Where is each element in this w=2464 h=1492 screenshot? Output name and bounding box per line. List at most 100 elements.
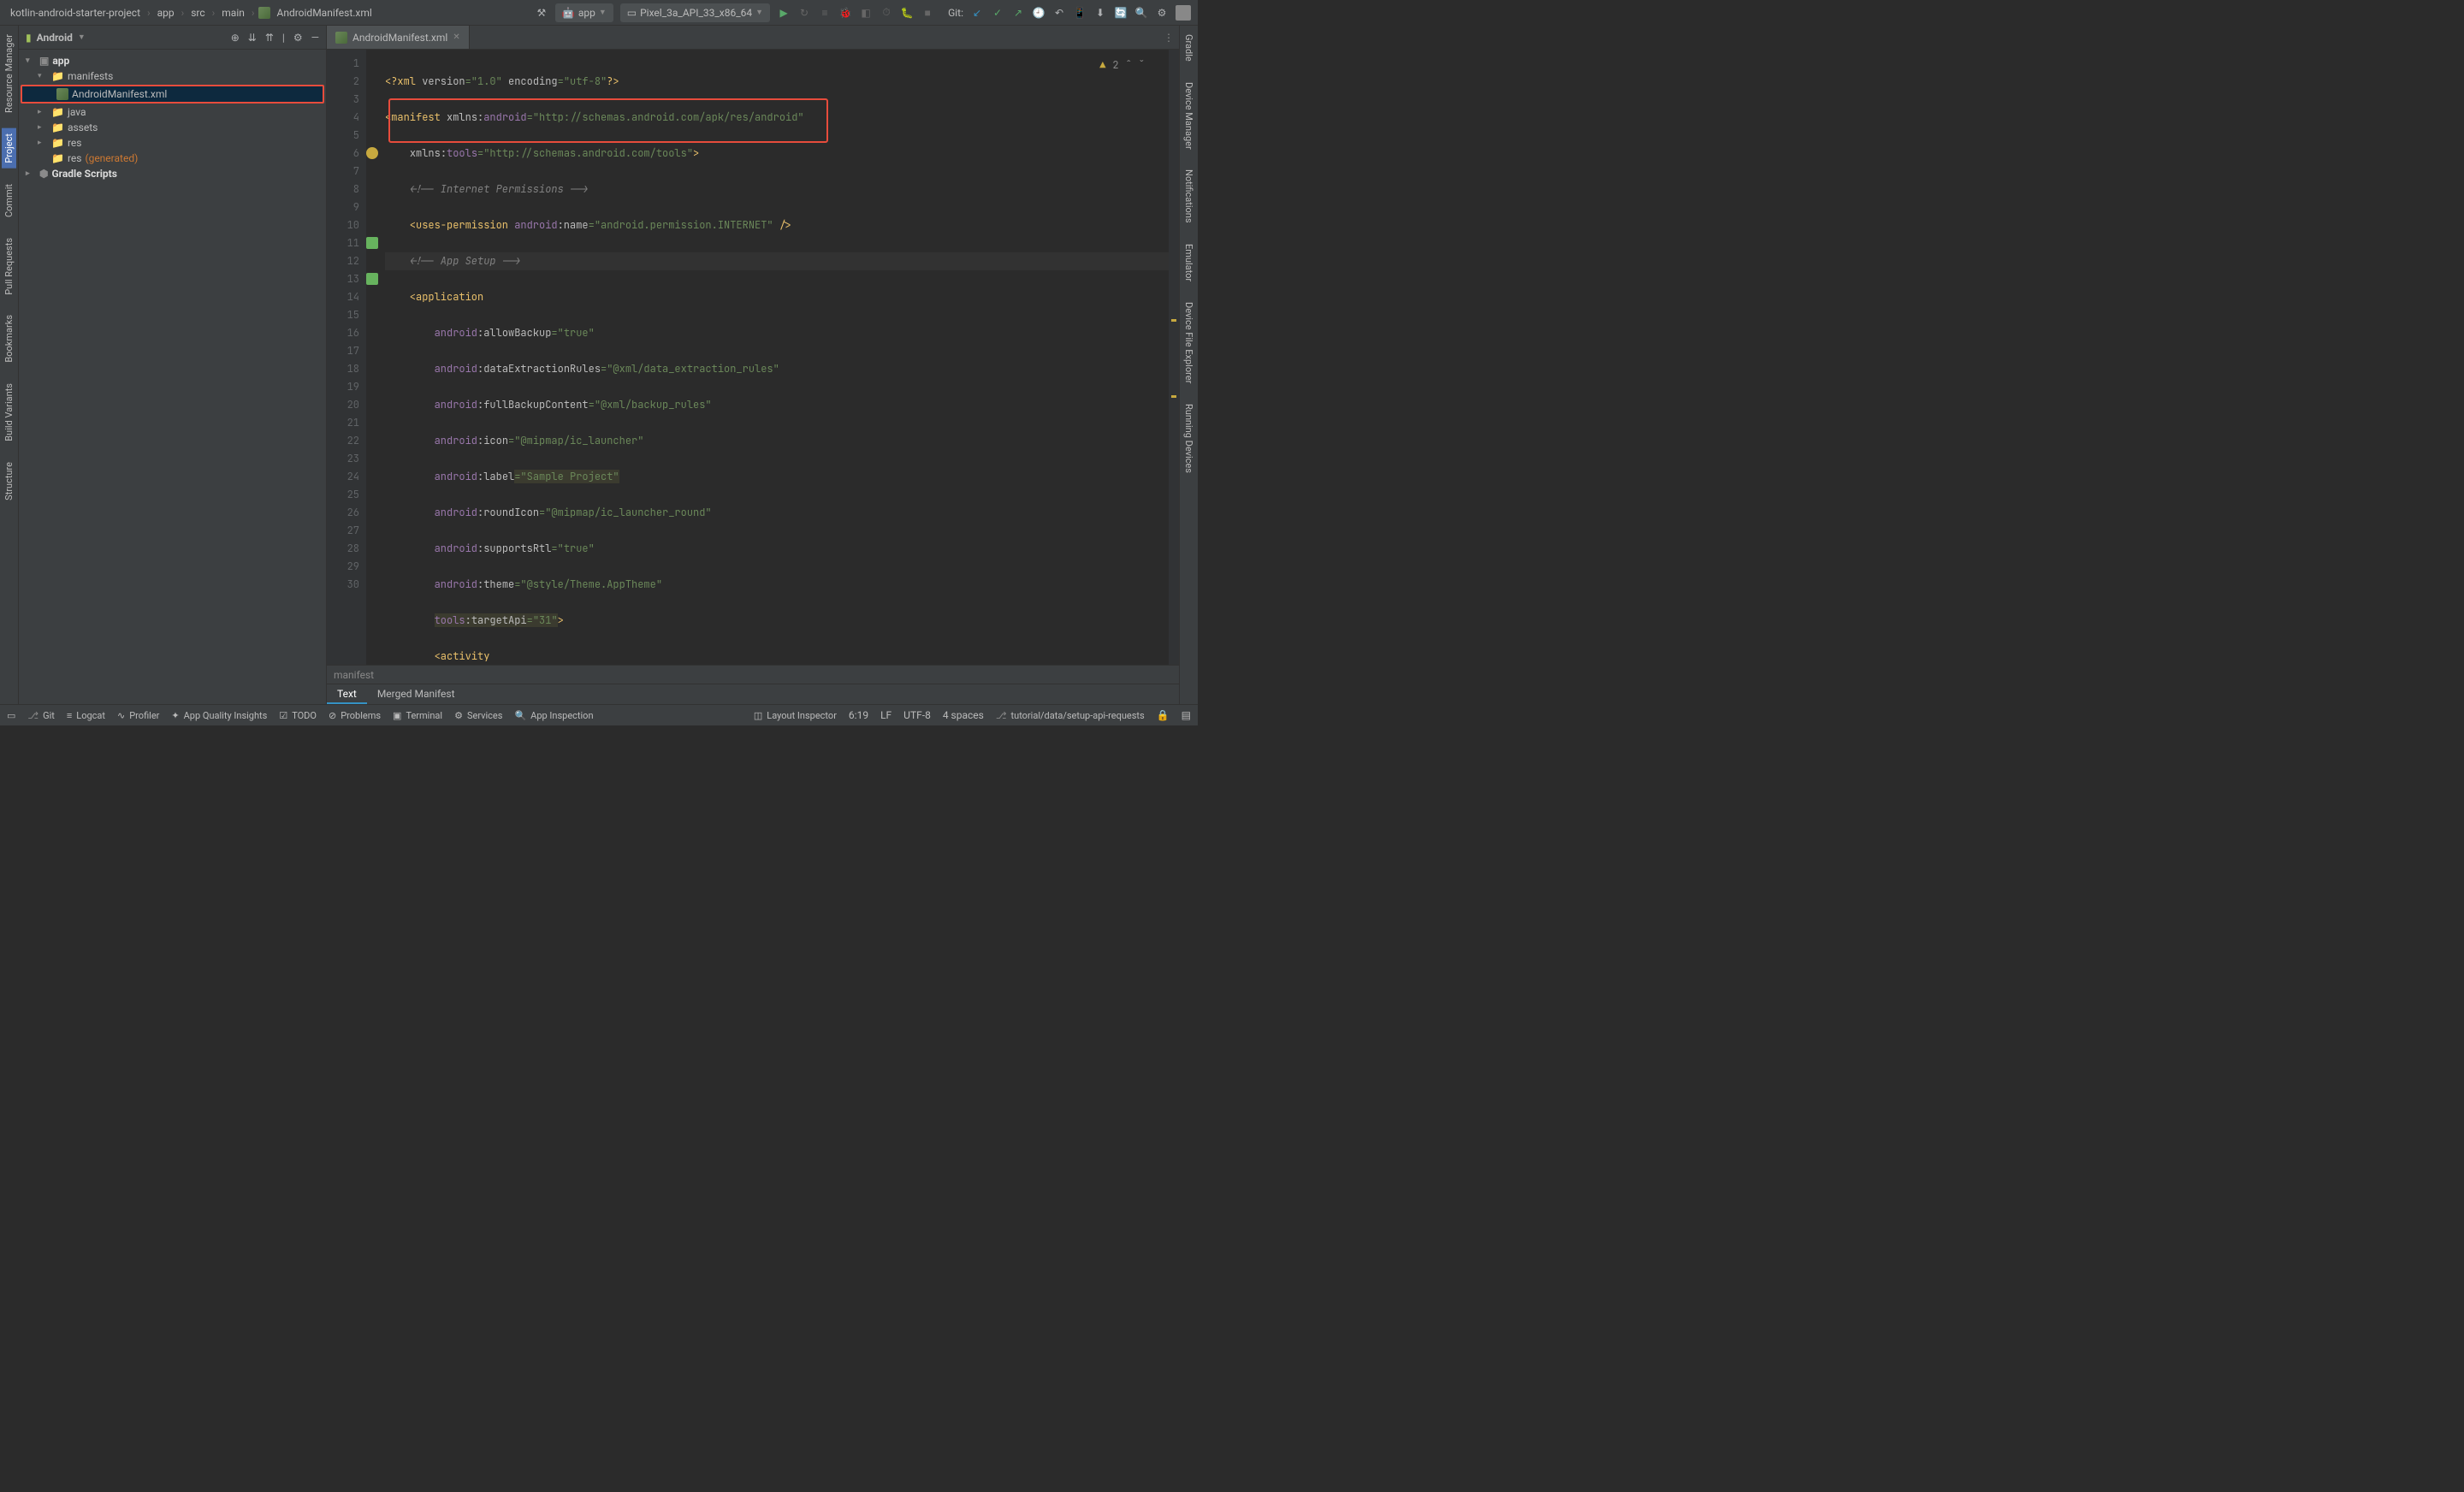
rail-emulator[interactable]: Emulator bbox=[1182, 239, 1196, 287]
rail-bookmarks[interactable]: Bookmarks bbox=[2, 310, 16, 368]
stripe-warning-mark[interactable] bbox=[1171, 319, 1176, 322]
search-icon[interactable]: 🔍 bbox=[1134, 6, 1148, 20]
bottom-inspection[interactable]: 🔍App Inspection bbox=[514, 710, 593, 721]
bottom-problems[interactable]: ⊘Problems bbox=[329, 710, 381, 721]
bulb-icon[interactable] bbox=[366, 147, 378, 159]
rail-build-variants[interactable]: Build Variants bbox=[2, 378, 16, 447]
bottom-todo[interactable]: ☑TODO bbox=[279, 710, 317, 721]
quality-icon: ✦ bbox=[171, 710, 179, 721]
bottom-services[interactable]: ⚙Services bbox=[454, 710, 502, 721]
memory-indicator-icon[interactable]: ▤ bbox=[1182, 709, 1191, 721]
bottom-terminal[interactable]: ▣Terminal bbox=[393, 710, 442, 721]
file-tab-manifest[interactable]: AndroidManifest.xml ✕ bbox=[327, 26, 470, 49]
profile-icon[interactable]: ⏱ bbox=[880, 6, 893, 20]
bottom-logcat[interactable]: ≡Logcat bbox=[67, 710, 105, 721]
inspection-icon: 🔍 bbox=[514, 710, 526, 721]
bottom-overflow-icon[interactable]: ▭ bbox=[7, 710, 15, 721]
rail-gradle[interactable]: Gradle bbox=[1182, 29, 1196, 67]
stop-icon[interactable]: ■ bbox=[921, 6, 934, 20]
git-branch[interactable]: ⎇tutorial/data/setup-api-requests bbox=[996, 710, 1145, 721]
rail-notifications[interactable]: Notifications bbox=[1182, 164, 1196, 228]
subtab-text[interactable]: Text bbox=[327, 684, 367, 704]
rail-project[interactable]: Project bbox=[2, 128, 16, 169]
apply-code-icon[interactable]: ≡ bbox=[818, 6, 832, 20]
project-view-label: Android bbox=[37, 32, 73, 44]
chevron-right-icon: ▸ bbox=[38, 139, 48, 147]
xml-file-icon bbox=[258, 7, 270, 19]
breadcrumb-src[interactable]: src bbox=[187, 5, 208, 21]
git-push-icon[interactable]: ↗ bbox=[1011, 6, 1025, 20]
rail-pull-requests[interactable]: Pull Requests bbox=[2, 233, 16, 300]
bottom-layout-inspector[interactable]: ◫Layout Inspector bbox=[754, 710, 837, 721]
android-gutter-icon[interactable] bbox=[366, 237, 378, 249]
debug-icon[interactable]: 🐞 bbox=[838, 6, 852, 20]
code-editor[interactable]: 1234567891011121314151617181920212223242… bbox=[327, 50, 1179, 665]
expand-all-icon[interactable]: ⇊ bbox=[248, 32, 257, 44]
close-icon[interactable]: ✕ bbox=[453, 33, 459, 42]
run-config-selector[interactable]: 🤖 app ▼ bbox=[555, 3, 613, 22]
subtab-merged-manifest[interactable]: Merged Manifest bbox=[367, 684, 465, 704]
sdk-icon[interactable]: ⬇ bbox=[1093, 6, 1107, 20]
project-view-selector[interactable]: ▮ Android ▼ bbox=[26, 32, 231, 44]
select-opened-icon[interactable]: ⊕ bbox=[231, 32, 240, 44]
avd-icon[interactable]: 📱 bbox=[1073, 6, 1087, 20]
cursor-position[interactable]: 6:19 bbox=[849, 709, 868, 721]
rail-device-manager[interactable]: Device Manager bbox=[1182, 77, 1196, 155]
line-ending[interactable]: LF bbox=[880, 709, 891, 721]
apply-changes-icon[interactable]: ↻ bbox=[797, 6, 811, 20]
device-label: Pixel_3a_API_33_x86_64 bbox=[640, 7, 752, 19]
breadcrumb-manifest[interactable]: manifest bbox=[334, 669, 374, 681]
chevron-down-icon[interactable]: ˇ bbox=[1139, 56, 1145, 74]
hammer-icon[interactable]: ⚒ bbox=[535, 6, 548, 20]
tree-res-generated[interactable]: 📁 res (generated) bbox=[19, 151, 326, 166]
breadcrumb-main[interactable]: main bbox=[218, 5, 248, 21]
tree-java-label: java bbox=[68, 106, 86, 118]
rail-device-file-explorer[interactable]: Device File Explorer bbox=[1182, 297, 1196, 388]
rail-running-devices[interactable]: Running Devices bbox=[1182, 399, 1196, 478]
panel-toolbar: ⊕ ⇊ ⇈ | ⚙ — bbox=[231, 32, 319, 44]
tree-app[interactable]: ▾ ▣ app bbox=[19, 53, 326, 68]
rail-commit[interactable]: Commit bbox=[2, 179, 16, 222]
editor-breadcrumb[interactable]: manifest bbox=[327, 665, 1179, 684]
file-encoding[interactable]: UTF-8 bbox=[903, 709, 931, 721]
chevron-up-icon[interactable]: ˆ bbox=[1126, 56, 1132, 74]
attach-debugger-icon[interactable]: 🐛 bbox=[900, 6, 914, 20]
git-commit-icon[interactable]: ✓ bbox=[991, 6, 1004, 20]
collapse-all-icon[interactable]: ⇈ bbox=[265, 32, 274, 44]
tree-manifest-file[interactable]: AndroidManifest.xml bbox=[21, 85, 324, 104]
settings-icon[interactable]: ⚙ bbox=[1155, 6, 1169, 20]
coverage-icon[interactable]: ◧ bbox=[859, 6, 873, 20]
indent-setting[interactable]: 4 spaces bbox=[943, 709, 984, 721]
hide-icon[interactable]: — bbox=[311, 32, 319, 44]
bottom-git[interactable]: ⎇Git bbox=[27, 710, 54, 721]
rail-structure[interactable]: Structure bbox=[2, 457, 16, 506]
breadcrumb-app[interactable]: app bbox=[154, 5, 178, 21]
device-selector[interactable]: ▭ Pixel_3a_API_33_x86_64 ▼ bbox=[620, 3, 770, 22]
history-icon[interactable]: 🕘 bbox=[1032, 6, 1045, 20]
tree-manifests[interactable]: ▾ 📁 manifests bbox=[19, 68, 326, 84]
breadcrumb-file[interactable]: AndroidManifest.xml bbox=[274, 5, 376, 21]
rail-resource-manager[interactable]: Resource Manager bbox=[2, 29, 16, 118]
tree-java[interactable]: ▸ 📁 java bbox=[19, 104, 326, 120]
tree-gradle-scripts[interactable]: ▸ ⬢ Gradle Scripts bbox=[19, 166, 326, 181]
tab-overflow-icon[interactable]: ⋮ bbox=[1158, 26, 1179, 49]
tree-assets[interactable]: ▸ 📁 assets bbox=[19, 120, 326, 135]
rollback-icon[interactable]: ↶ bbox=[1052, 6, 1066, 20]
gear-icon[interactable]: ⚙ bbox=[293, 32, 303, 44]
chevron-right-icon: › bbox=[252, 7, 255, 19]
git-pull-icon[interactable]: ↙ bbox=[970, 6, 984, 20]
breadcrumb-project[interactable]: kotlin-android-starter-project bbox=[7, 5, 144, 21]
stripe-warning-mark[interactable] bbox=[1171, 395, 1176, 398]
sync-icon[interactable]: 🔄 bbox=[1114, 6, 1128, 20]
tree-res[interactable]: ▸ 📁 res bbox=[19, 135, 326, 151]
run-icon[interactable]: ▶ bbox=[777, 6, 791, 20]
lock-icon[interactable]: 🔒 bbox=[1157, 709, 1170, 721]
inspection-summary[interactable]: ▲ 2 ˆ ˇ bbox=[1099, 56, 1145, 74]
android-gutter-icon[interactable] bbox=[366, 273, 378, 285]
avatar[interactable] bbox=[1176, 5, 1191, 21]
error-stripe[interactable] bbox=[1169, 50, 1179, 665]
chevron-right-icon: › bbox=[181, 7, 185, 19]
bottom-quality[interactable]: ✦App Quality Insights bbox=[171, 710, 267, 721]
code-content[interactable]: <?xml version="1.0" encoding="utf-8"?> <… bbox=[366, 50, 1169, 665]
bottom-profiler[interactable]: ∿Profiler bbox=[117, 710, 159, 721]
